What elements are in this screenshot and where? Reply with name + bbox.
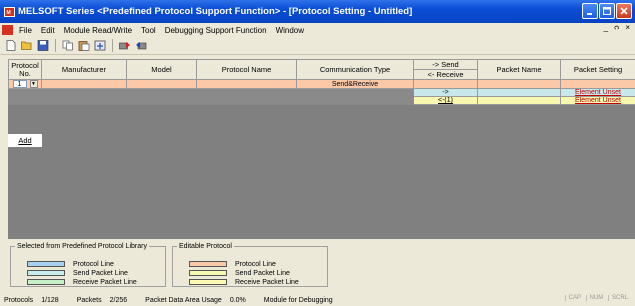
num-indicator: NUM	[585, 295, 607, 301]
header-model: Model	[126, 59, 197, 80]
editable-legend-title: Editable Protocol	[179, 243, 232, 250]
legend-area: Selected from Predefined Protocol Librar…	[8, 239, 635, 294]
communication-type-cell[interactable]: Send&Receive	[296, 79, 414, 89]
packet-name-cell[interactable]	[477, 79, 561, 89]
verify-icon[interactable]	[133, 39, 148, 53]
receive-direction-link[interactable]: <-(1)	[413, 96, 478, 105]
status-bar: Protocols 1/128 Packets 2/256 Packet Dat…	[0, 294, 635, 306]
legend-label: Receive Packet Line	[73, 278, 137, 286]
header-protocol-name: Protocol Name	[196, 59, 297, 80]
legend-row: Send Packet Line	[189, 269, 290, 277]
predefined-legend: Selected from Predefined Protocol Librar…	[10, 243, 166, 287]
packet-name-cell[interactable]	[477, 88, 561, 97]
packet-setting-link[interactable]: Element Unset	[560, 96, 635, 105]
header-packet-setting: Packet Setting	[560, 59, 635, 80]
window-title: MELSOFT Series <Predefined Protocol Supp…	[18, 6, 413, 17]
legend-label: Receive Packet Line	[235, 278, 299, 286]
legend-row: Send Packet Line	[27, 269, 128, 277]
add-protocol-button[interactable]: Add	[8, 134, 42, 147]
packet-name-cell[interactable]	[477, 96, 561, 105]
save-icon[interactable]	[35, 39, 50, 53]
menu-module-read-write[interactable]: Module Read/Write	[64, 26, 132, 35]
status-mode: Module for Debugging	[263, 296, 333, 304]
predefined-legend-title: Selected from Predefined Protocol Librar…	[17, 243, 147, 250]
status-protocols-label: Protocols	[4, 296, 34, 304]
legend-label: Protocol Line	[73, 260, 114, 268]
menu-tool[interactable]: Tool	[141, 26, 156, 35]
table-row[interactable]: <-(1) Element Unset	[8, 96, 635, 105]
menu-debugging-support[interactable]: Debugging Support Function	[165, 26, 267, 35]
legend-label: Send Packet Line	[235, 269, 290, 277]
header-communication-type: Communication Type	[296, 59, 414, 80]
swatch-protocol-line	[189, 261, 227, 267]
protocol-no-select[interactable]: 1	[12, 80, 27, 88]
status-packets-label: Packets	[76, 296, 102, 304]
legend-label: Protocol Line	[235, 260, 276, 268]
open-icon[interactable]	[19, 39, 34, 53]
maximize-button[interactable]	[599, 3, 615, 19]
legend-label: Send Packet Line	[73, 269, 128, 277]
svg-text:M: M	[6, 10, 10, 15]
header-protocol-no: Protocol No.	[8, 59, 42, 80]
legend-row: Protocol Line	[27, 260, 114, 268]
protocol-no-cell[interactable]: 1 ▼	[8, 79, 42, 89]
write-icon[interactable]	[117, 39, 132, 53]
status-data-area-value: 0.0%	[229, 296, 246, 304]
editable-legend: Editable Protocol Protocol Line Send Pac…	[172, 243, 328, 287]
header-packet-name: Packet Name	[477, 59, 561, 80]
packet-setting-cell[interactable]	[560, 79, 635, 89]
header-send: -> Send	[413, 59, 478, 70]
copy-icon[interactable]	[60, 39, 75, 53]
table-row[interactable]: 1 ▼ Send&Receive	[8, 79, 635, 89]
swatch-protocol-line	[27, 261, 65, 267]
legend-row: Receive Packet Line	[189, 278, 299, 286]
swatch-receive-packet-line	[189, 279, 227, 285]
mdi-controls[interactable]: _ ᴒ ×	[604, 23, 632, 32]
model-cell[interactable]	[126, 79, 197, 89]
minimize-button[interactable]	[582, 3, 598, 19]
status-protocols-value: 1/128	[41, 296, 59, 304]
table-row[interactable]: -> Element Unset	[8, 88, 635, 97]
direction-cell[interactable]	[413, 79, 478, 89]
cap-indicator: CAP	[564, 295, 584, 301]
new-icon[interactable]	[3, 39, 18, 53]
toolbar	[0, 37, 635, 55]
swatch-receive-packet-line	[27, 279, 65, 285]
legend-row: Receive Packet Line	[27, 278, 137, 286]
status-data-area-label: Packet Data Area Usage	[145, 296, 222, 304]
menu-edit[interactable]: Edit	[41, 26, 55, 35]
paste-icon[interactable]	[76, 39, 91, 53]
swatch-send-packet-line	[27, 270, 65, 276]
header-receive: <- Receive	[413, 69, 478, 80]
document-icon[interactable]	[2, 25, 13, 35]
swatch-send-packet-line	[189, 270, 227, 276]
menu-bar: File Edit Module Read/Write Tool Debuggi…	[0, 23, 635, 37]
protocol-name-cell[interactable]	[196, 79, 297, 89]
app-window: M MELSOFT Series <Predefined Protocol Su…	[0, 0, 635, 306]
manufacturer-cell[interactable]	[41, 79, 127, 89]
header-manufacturer: Manufacturer	[41, 59, 127, 80]
title-bar: M MELSOFT Series <Predefined Protocol Su…	[0, 0, 635, 23]
chevron-down-icon[interactable]: ▼	[29, 80, 38, 88]
menu-window[interactable]: Window	[276, 26, 304, 35]
status-packets-value: 2/256	[109, 296, 128, 304]
read-icon[interactable]	[92, 39, 107, 53]
protocol-setting-area: Protocol No. Manufacturer Model Protocol…	[8, 59, 635, 239]
close-button[interactable]	[616, 3, 632, 19]
protocol-table: Protocol No. Manufacturer Model Protocol…	[8, 59, 635, 105]
toolbar-separator	[112, 39, 113, 52]
toolbar-separator	[55, 39, 56, 52]
keyboard-indicators: CAP NUM SCRL	[564, 295, 631, 301]
send-direction-cell[interactable]: ->	[413, 88, 478, 97]
packet-setting-link[interactable]: Element Unset	[560, 88, 635, 97]
menu-file[interactable]: File	[19, 26, 32, 35]
app-icon: M	[4, 6, 15, 17]
legend-row: Protocol Line	[189, 260, 276, 268]
scrl-indicator: SCRL	[607, 295, 631, 301]
